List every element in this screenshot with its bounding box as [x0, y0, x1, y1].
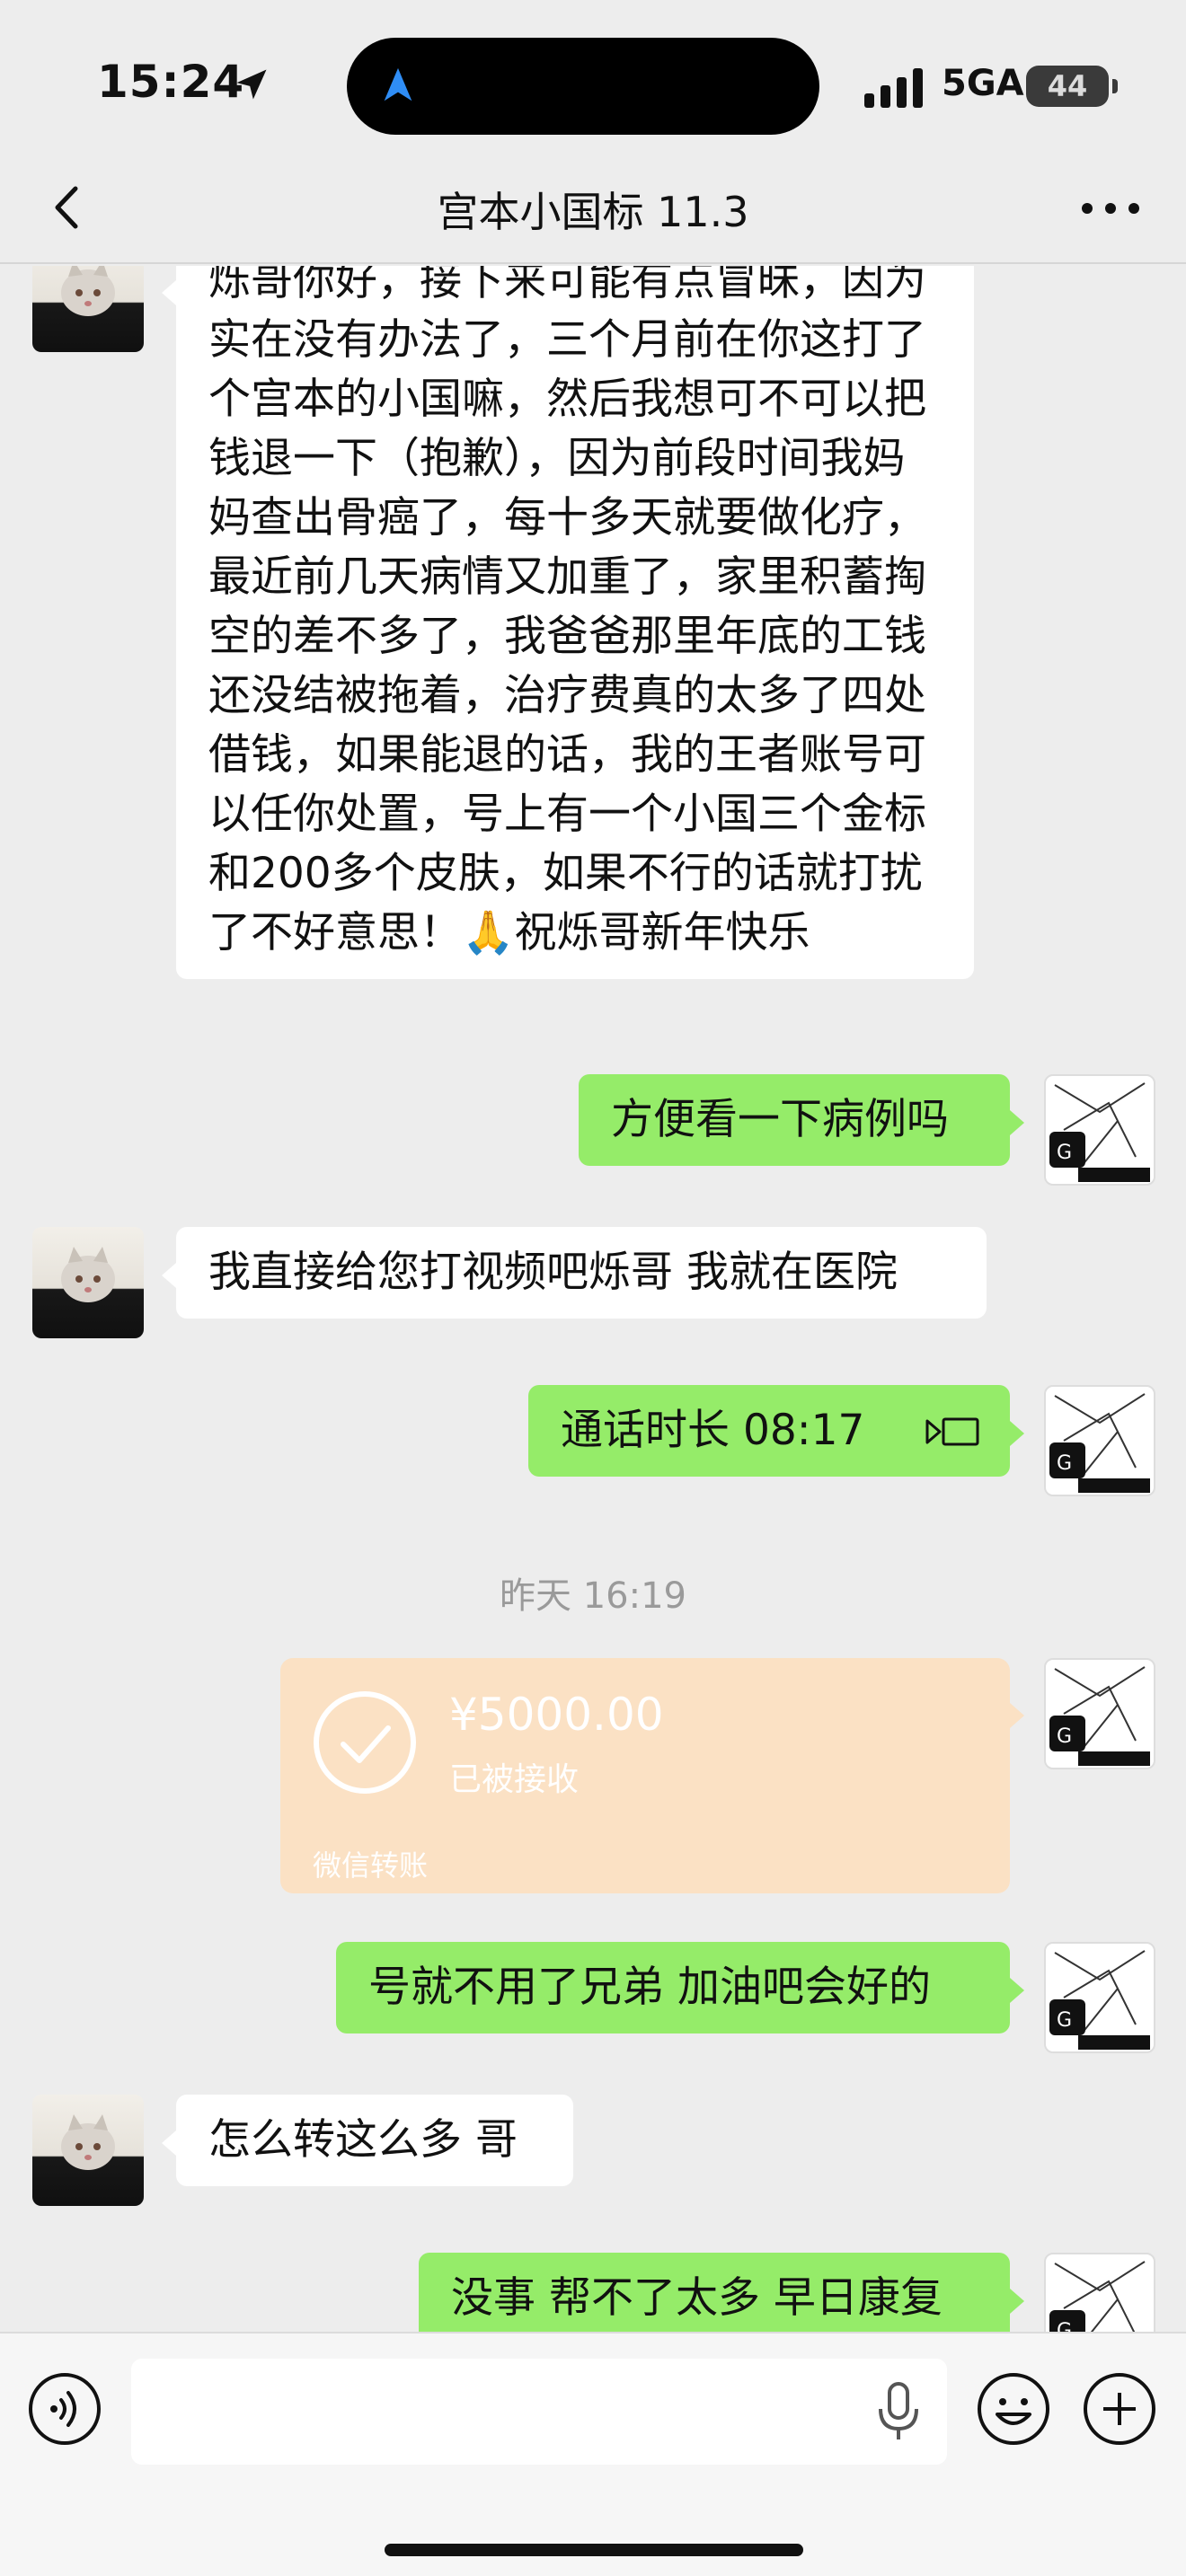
cat-avatar-image: [61, 266, 115, 316]
location-arrow-icon: [236, 69, 267, 100]
self-avatar[interactable]: G: [1044, 1074, 1155, 1186]
svg-text:G: G: [1057, 1142, 1072, 1164]
contact-avatar[interactable]: [32, 266, 144, 352]
self-avatar[interactable]: G: [1044, 1658, 1155, 1769]
cat-avatar-image: [61, 2114, 115, 2170]
message-text: 方便看一下病例吗: [611, 1095, 949, 1144]
home-indicator[interactable]: [385, 2544, 803, 2556]
signal-icon: [864, 68, 923, 108]
self-avatar[interactable]: G: [1044, 2253, 1155, 2332]
anime-avatar-image: G: [1049, 1666, 1150, 1766]
battery-tip: [1112, 79, 1118, 93]
voice-icon[interactable]: [27, 2371, 102, 2447]
transfer-amount: ¥5000.00: [449, 1689, 664, 1741]
more-icon[interactable]: [1075, 190, 1146, 226]
message-bubble-outgoing[interactable]: 没事 帮不了太多 早日康复: [419, 2253, 1010, 2332]
check-circle-icon: [314, 1691, 416, 1794]
message-timestamp: 昨天 16:19: [500, 1575, 686, 1617]
status-time: 15:24: [97, 56, 245, 108]
cat-avatar-image: [61, 1247, 115, 1302]
message-bubble-incoming[interactable]: 我直接给您打视频吧烁哥 我就在医院: [176, 1227, 987, 1319]
mic-icon[interactable]: [873, 2380, 924, 2443]
contact-avatar[interactable]: [32, 2095, 144, 2206]
network-type: 5GA: [942, 63, 1024, 104]
self-avatar[interactable]: G: [1044, 1942, 1155, 2053]
message-bubble-incoming[interactable]: 烁哥你好，接下来可能有点冒昧，因为实在没有办法了，三个月前在你这打了个宫本的小国…: [176, 266, 974, 979]
call-duration: 通话时长 08:17: [561, 1406, 865, 1455]
call-record-bubble[interactable]: 通话时长 08:17: [528, 1385, 1010, 1477]
transfer-status: 已被接收: [449, 1761, 580, 1798]
svg-text:G: G: [1057, 1725, 1072, 1748]
anime-avatar-image: G: [1049, 1950, 1150, 2050]
message-text: 没事 帮不了太多 早日康复: [451, 2273, 943, 2323]
svg-text:G: G: [1057, 2009, 1072, 2032]
chat-input-bar: [0, 2332, 1186, 2576]
message-text: 我直接给您打视频吧烁哥 我就在医院: [208, 1248, 898, 1297]
plus-icon[interactable]: [1082, 2371, 1157, 2447]
message-list[interactable]: 烁哥你好，接下来可能有点冒昧，因为实在没有办法了，三个月前在你这打了个宫本的小国…: [0, 266, 1186, 2332]
message-text: 号就不用了兄弟 加油吧会好的: [368, 1963, 931, 2012]
video-call-icon: [925, 1417, 979, 1446]
anime-avatar-image: G: [1049, 2261, 1146, 2332]
anime-avatar-image: G: [1049, 1082, 1150, 1182]
chat-title: 宫本小国标 11.3: [437, 188, 749, 236]
contact-avatar[interactable]: [32, 1227, 144, 1338]
self-avatar[interactable]: G: [1044, 1385, 1155, 1496]
message-bubble-outgoing[interactable]: 号就不用了兄弟 加油吧会好的: [336, 1942, 1010, 2033]
message-bubble-incoming[interactable]: 怎么转这么多 哥: [176, 2095, 573, 2186]
status-bar: 15:24 5GA 44: [0, 0, 1186, 153]
transfer-label: 微信转账: [313, 1848, 429, 1883]
battery-indicator: 44: [1026, 66, 1109, 107]
message-bubble-outgoing[interactable]: 方便看一下病例吗: [579, 1074, 1010, 1166]
anime-avatar-image: G: [1049, 1393, 1150, 1493]
navigation-arrow-icon: [384, 67, 412, 101]
message-input[interactable]: [131, 2359, 947, 2465]
svg-text:G: G: [1057, 1452, 1072, 1475]
message-text: 烁哥你好，接下来可能有点冒昧，因为实在没有办法了，三个月前在你这打了个宫本的小国…: [208, 266, 926, 957]
svg-text:G: G: [1057, 2320, 1072, 2332]
chat-header: 宫本小国标 11.3: [0, 153, 1186, 264]
message-text: 怎么转这么多 哥: [208, 2115, 518, 2165]
transfer-card[interactable]: ¥5000.00 已被接收 微信转账: [280, 1658, 1010, 1893]
emoji-icon[interactable]: [976, 2371, 1051, 2447]
